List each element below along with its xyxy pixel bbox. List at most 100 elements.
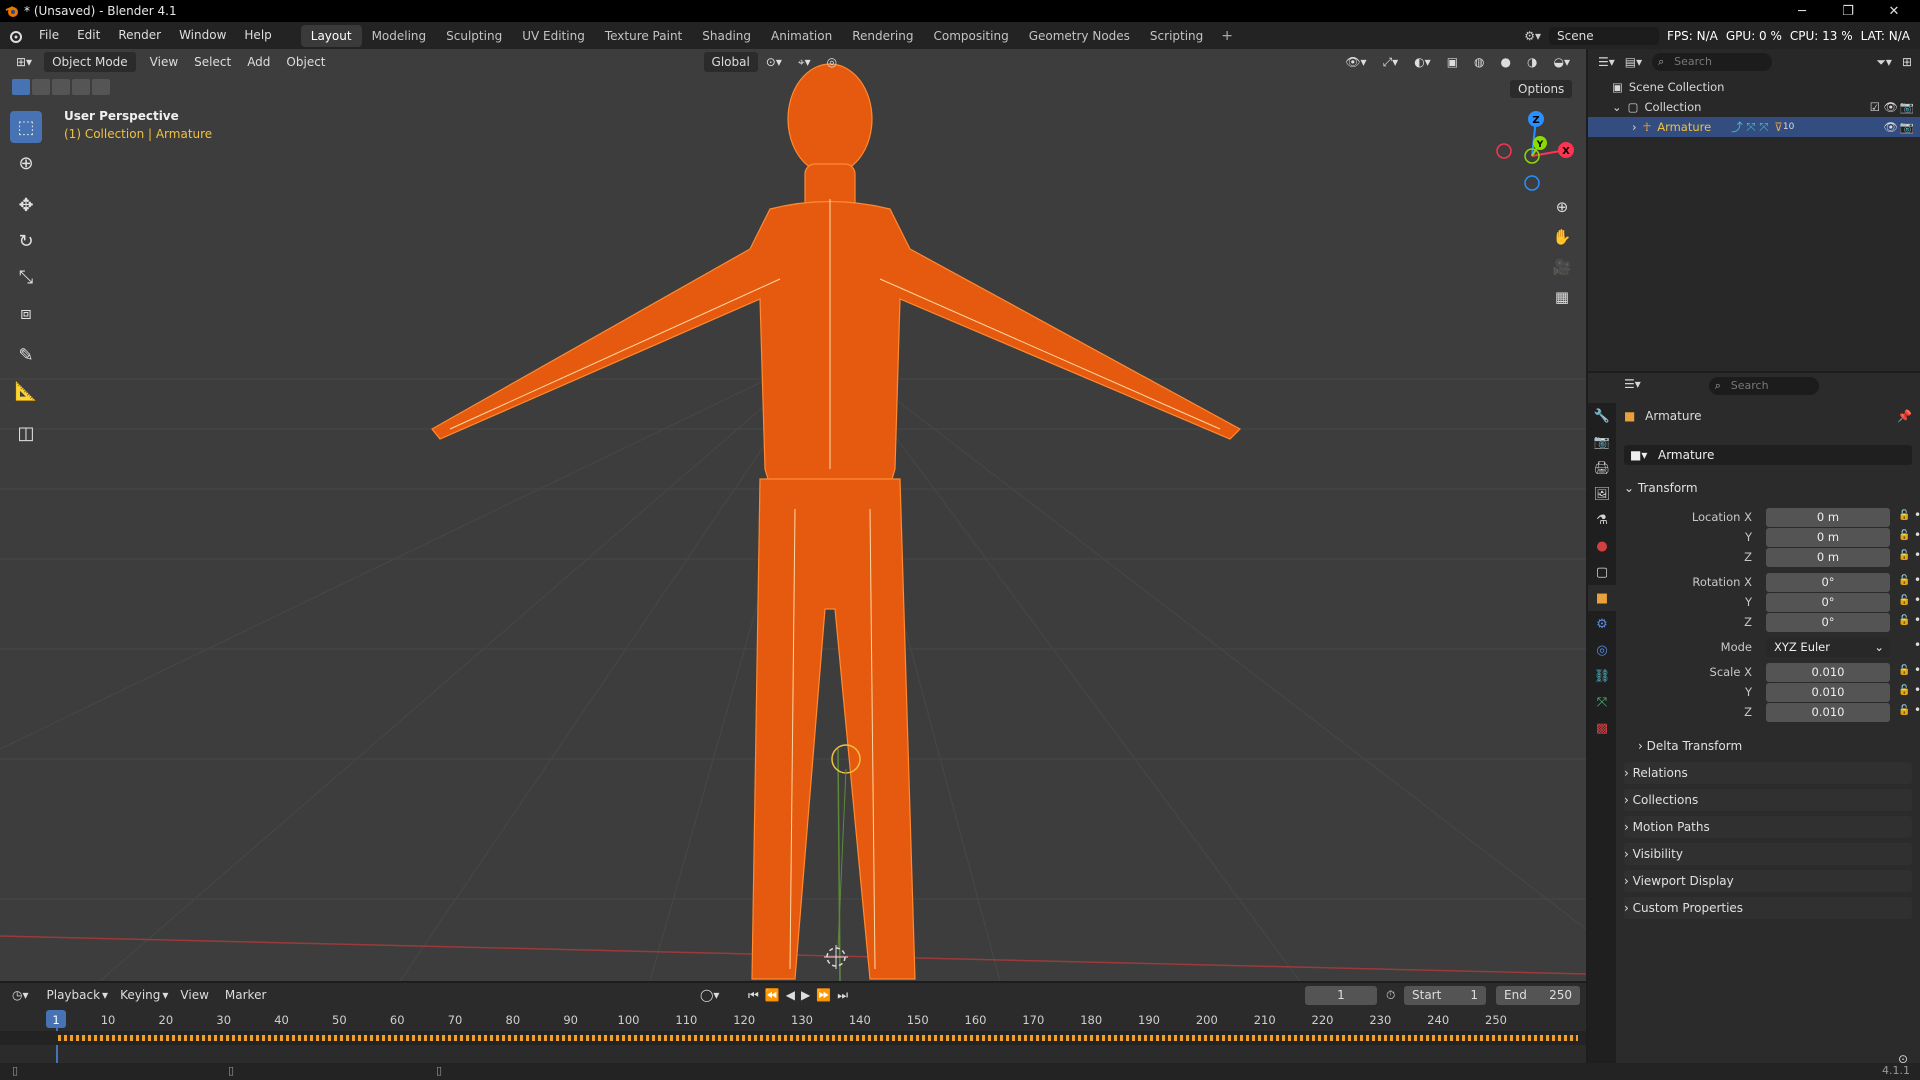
location-y-field[interactable]: 0 m — [1766, 528, 1890, 547]
zoom-icon[interactable]: ⊕ — [1548, 193, 1576, 221]
lock-icon[interactable]: 🔓 — [1898, 595, 1910, 606]
physics-tab-icon[interactable]: ◎ — [1588, 637, 1616, 663]
wireframe-shading-icon[interactable]: ◍ — [1466, 52, 1492, 72]
jump-end-icon[interactable]: ⏭ — [837, 988, 854, 1002]
tool-tab-icon[interactable]: 🔧 — [1588, 403, 1616, 429]
keyframe-dot-icon[interactable]: • — [1914, 508, 1920, 522]
restore-button[interactable]: ❐ — [1826, 0, 1870, 22]
timeline-editor-icon[interactable]: ◷▾ — [12, 988, 29, 1002]
outliner-row-collection[interactable]: ⌄ ▢ Collection ☑ 👁 📷 — [1588, 97, 1920, 117]
rotation-x-field[interactable]: 0° — [1766, 573, 1890, 592]
rotation-mode-dropdown[interactable]: XYZ Euler ⌄ — [1766, 638, 1890, 657]
keyframe-dot-icon[interactable]: • — [1914, 548, 1920, 562]
editor-type-icon[interactable]: ⊞▾ — [8, 52, 40, 72]
transform-icon[interactable]: ⧈ — [10, 297, 42, 329]
motion-paths-panel[interactable]: › Motion Paths — [1624, 816, 1912, 838]
tab-rendering[interactable]: Rendering — [842, 25, 923, 47]
armature-data-icon[interactable]: ⤴ ⤧ ⤧ — [1731, 119, 1768, 135]
armature-camera-icon[interactable]: 📷 — [1900, 120, 1914, 134]
display-mode-icon[interactable]: ▤▾ — [1625, 55, 1642, 69]
scene-icon[interactable]: ⚙▾ — [1524, 29, 1541, 43]
next-keyframe-icon[interactable]: ⏩ — [816, 988, 837, 1002]
render-tab-icon[interactable]: 📷 — [1588, 429, 1616, 455]
new-collection-icon[interactable]: ⊞ — [1902, 55, 1912, 69]
gizmo-neg-z-icon[interactable] — [1524, 175, 1540, 191]
tab-layout[interactable]: Layout — [300, 24, 362, 47]
snap-icon[interactable]: ⌖▾ — [790, 52, 819, 72]
outliner-search-input[interactable]: ⌕ Search — [1652, 53, 1773, 71]
mode-dropdown[interactable]: Object Mode — [44, 52, 136, 72]
tab-sculpting[interactable]: Sculpting — [436, 25, 512, 47]
transform-orientation-dropdown[interactable]: Global — [703, 52, 758, 72]
tab-texture-paint[interactable]: Texture Paint — [595, 25, 692, 47]
armature-mesh[interactable] — [431, 63, 1241, 980]
tab-modeling[interactable]: Modeling — [362, 25, 437, 47]
outliner-editor-icon[interactable]: ☰▾ — [1598, 55, 1615, 69]
pin-icon[interactable]: 📌 — [1897, 409, 1912, 423]
material-shading-icon[interactable]: ◑ — [1519, 52, 1545, 72]
menu-help[interactable]: Help — [235, 22, 280, 49]
tab-shading[interactable]: Shading — [692, 25, 761, 47]
minimize-button[interactable]: ─ — [1780, 0, 1824, 22]
blender-menu-icon[interactable] — [0, 29, 30, 43]
scene-selector[interactable]: Scene — [1549, 26, 1660, 45]
select-invert-icon[interactable] — [72, 79, 90, 95]
timeline-view-menu[interactable]: View — [180, 988, 208, 1002]
tab-animation[interactable]: Animation — [761, 25, 842, 47]
scene-tab-icon[interactable]: ⚗ — [1588, 507, 1616, 533]
keying-menu[interactable]: Keying — [120, 988, 160, 1002]
viewport-menu-add[interactable]: Add — [239, 52, 278, 72]
prev-keyframe-icon[interactable]: ⏪ — [765, 988, 786, 1002]
camera-view-icon[interactable]: 🎥 — [1548, 253, 1576, 281]
view-layer-tab-icon[interactable]: 🖼 — [1588, 481, 1616, 507]
menu-render[interactable]: Render — [109, 22, 170, 49]
object-name-field[interactable]: ■▾ Armature — [1624, 445, 1912, 465]
viewport-menu-object[interactable]: Object — [278, 52, 333, 72]
constraints-tab-icon[interactable]: ⛓ — [1588, 663, 1616, 689]
render-camera-icon[interactable]: 📷 — [1900, 100, 1914, 114]
props-search-input[interactable]: ⌕ Search — [1708, 377, 1819, 395]
rotate-icon[interactable]: ↻ — [10, 225, 42, 257]
object-browse-icon[interactable]: ■▾ — [1630, 445, 1647, 465]
select-new-icon[interactable] — [12, 79, 30, 95]
proportional-edit-icon[interactable]: ◎ — [819, 52, 845, 72]
menu-file[interactable]: File — [30, 22, 68, 49]
tab-geometry-nodes[interactable]: Geometry Nodes — [1019, 25, 1140, 47]
filter-icon[interactable]: ⏷▾ — [1876, 55, 1892, 70]
gizmo-neg-x-icon[interactable] — [1496, 143, 1512, 159]
delta-transform-subpanel[interactable]: › Delta Transform — [1638, 735, 1912, 757]
3d-cursor-icon[interactable] — [824, 945, 848, 969]
collections-panel[interactable]: › Collections — [1624, 789, 1912, 811]
location-x-field[interactable]: 0 m — [1766, 508, 1890, 527]
world-tab-icon[interactable]: ● — [1588, 533, 1616, 559]
keyframe-dot-icon[interactable]: • — [1914, 683, 1920, 697]
scale-x-field[interactable]: 0.010 — [1766, 663, 1890, 682]
select-extend-icon[interactable] — [32, 79, 50, 95]
add-cube-icon[interactable]: ◫ — [10, 417, 42, 449]
exclude-checkbox-icon[interactable]: ☑ — [1870, 100, 1880, 114]
navigation-gizmo[interactable]: X Z Y — [1496, 111, 1574, 191]
add-workspace-icon[interactable]: + — [1213, 28, 1241, 44]
play-reverse-icon[interactable]: ◀ — [786, 988, 801, 1002]
output-tab-icon[interactable]: 🖨 — [1588, 455, 1616, 481]
lock-icon[interactable]: 🔓 — [1898, 550, 1910, 561]
outliner-row-scene-collection[interactable]: ▣ Scene Collection — [1588, 77, 1920, 97]
overlays-icon[interactable]: ◐▾ — [1406, 52, 1439, 72]
auto-keying-icon[interactable]: ◯▾ — [700, 988, 719, 1002]
pivot-point-icon[interactable]: ⊙▾ — [758, 52, 790, 72]
visibility-panel[interactable]: › Visibility — [1624, 843, 1912, 865]
expand-arrow-icon[interactable]: ⌄ — [1612, 100, 1622, 114]
modifiers-tab-icon[interactable]: ⚙ — [1588, 611, 1616, 637]
select-subtract-icon[interactable] — [52, 79, 70, 95]
close-window-button[interactable]: ✕ — [1872, 0, 1916, 22]
visibility-icon[interactable]: 👁▾ — [1337, 52, 1374, 72]
collection-tab-icon[interactable]: ▢ — [1588, 559, 1616, 585]
hide-eye-icon[interactable]: 👁 — [1883, 100, 1898, 114]
lock-icon[interactable]: 🔓 — [1898, 510, 1910, 521]
playback-menu[interactable]: Playback — [47, 988, 101, 1002]
jump-start-icon[interactable]: ⏮ — [748, 988, 765, 1002]
gizmo-toggle-icon[interactable]: ⤢▾ — [1375, 52, 1407, 72]
viewport-menu-select[interactable]: Select — [186, 52, 239, 72]
annotate-icon[interactable]: ✎ — [10, 339, 42, 371]
collapse-arrow-icon[interactable]: › — [1632, 120, 1637, 134]
